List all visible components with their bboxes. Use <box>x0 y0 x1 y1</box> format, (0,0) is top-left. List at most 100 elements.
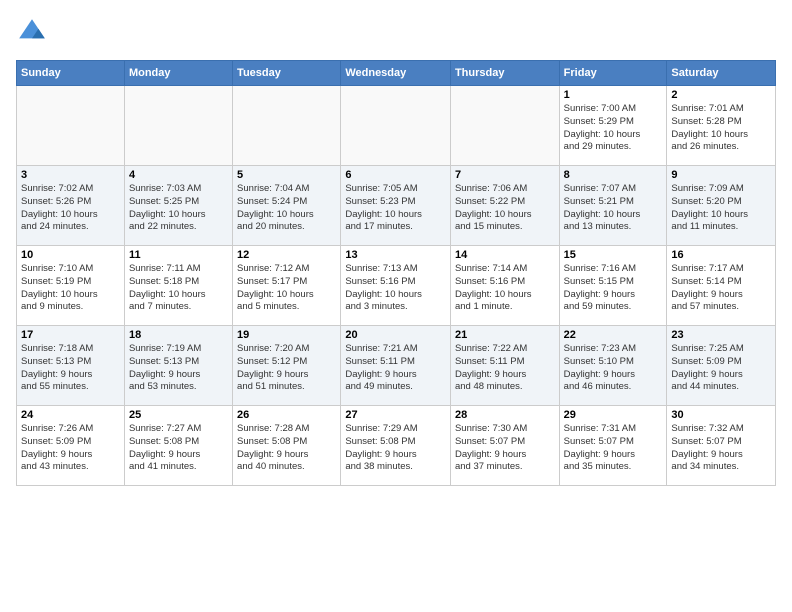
calendar-week-row: 17Sunrise: 7:18 AM Sunset: 5:13 PM Dayli… <box>17 326 776 406</box>
day-number: 30 <box>671 409 771 421</box>
logo-icon <box>16 16 48 48</box>
day-info: Sunrise: 7:02 AM Sunset: 5:26 PM Dayligh… <box>21 183 120 234</box>
day-info: Sunrise: 7:04 AM Sunset: 5:24 PM Dayligh… <box>237 183 336 234</box>
day-number: 13 <box>345 249 446 261</box>
day-info: Sunrise: 7:26 AM Sunset: 5:09 PM Dayligh… <box>21 423 120 474</box>
page-header <box>16 16 776 48</box>
day-number: 14 <box>455 249 555 261</box>
day-number: 22 <box>564 329 663 341</box>
day-number: 19 <box>237 329 336 341</box>
calendar-cell: 20 Sunrise: 7:21 AM Sunset: 5:11 PM Dayli… <box>341 326 451 406</box>
day-number: 6 <box>345 169 446 181</box>
day-info: Sunrise: 7:13 AM Sunset: 5:16 PM Dayligh… <box>345 263 446 314</box>
calendar-week-row: 24 Sunrise: 7:26 AM Sunset: 5:09 PM Dayli… <box>17 406 776 486</box>
calendar-cell: 6 Sunrise: 7:05 AM Sunset: 5:23 PM Daylig… <box>341 166 451 246</box>
day-number: 11 <box>129 249 228 261</box>
day-info: Sunrise: 7:09 AM Sunset: 5:20 PM Dayligh… <box>671 183 771 234</box>
day-info: Sunrise: 7:28 AM Sunset: 5:08 PM Dayligh… <box>237 423 336 474</box>
calendar-cell: 16 Sunrise: 7:17 AM Sunset: 5:14 PM Dayli… <box>667 246 776 326</box>
day-info: Sunrise: 7:27 AM Sunset: 5:08 PM Dayligh… <box>129 423 228 474</box>
day-number: 24 <box>21 409 120 421</box>
calendar-cell: 10 Sunrise: 7:10 AM Sunset: 5:19 PM Dayli… <box>17 246 125 326</box>
calendar-cell: 1 Sunrise: 7:00 AM Sunset: 5:29 PM Daylig… <box>559 86 667 166</box>
day-info: Sunrise: 7:23 AM Sunset: 5:10 PM Dayligh… <box>564 343 663 394</box>
day-number: 1 <box>564 89 663 101</box>
logo <box>16 16 52 48</box>
day-number: 20 <box>345 329 446 341</box>
calendar-cell: 3 Sunrise: 7:02 AM Sunset: 5:26 PM Daylig… <box>17 166 125 246</box>
calendar-cell: 18Sunrise: 7:19 AM Sunset: 5:13 PM Dayli… <box>124 326 232 406</box>
calendar-cell: 13 Sunrise: 7:13 AM Sunset: 5:16 PM Dayli… <box>341 246 451 326</box>
day-number: 4 <box>129 169 228 181</box>
day-number: 7 <box>455 169 555 181</box>
day-info: Sunrise: 7:16 AM Sunset: 5:15 PM Dayligh… <box>564 263 663 314</box>
day-info: Sunrise: 7:29 AM Sunset: 5:08 PM Dayligh… <box>345 423 446 474</box>
day-number: 9 <box>671 169 771 181</box>
calendar-cell <box>341 86 451 166</box>
calendar-cell: 4 Sunrise: 7:03 AM Sunset: 5:25 PM Daylig… <box>124 166 232 246</box>
day-number: 10 <box>21 249 120 261</box>
day-info: Sunrise: 7:14 AM Sunset: 5:16 PM Dayligh… <box>455 263 555 314</box>
day-info: Sunrise: 7:07 AM Sunset: 5:21 PM Dayligh… <box>564 183 663 234</box>
weekday-header-monday: Monday <box>124 61 232 86</box>
calendar-week-row: 10 Sunrise: 7:10 AM Sunset: 5:19 PM Dayli… <box>17 246 776 326</box>
day-number: 23 <box>671 329 771 341</box>
calendar-cell: 2Sunrise: 7:01 AM Sunset: 5:28 PM Daylig… <box>667 86 776 166</box>
day-number: 25 <box>129 409 228 421</box>
weekday-header-thursday: Thursday <box>450 61 559 86</box>
day-number: 21 <box>455 329 555 341</box>
calendar-cell <box>450 86 559 166</box>
day-number: 18 <box>129 329 228 341</box>
calendar-cell: 19 Sunrise: 7:20 AM Sunset: 5:12 PM Dayli… <box>233 326 341 406</box>
weekday-header-tuesday: Tuesday <box>233 61 341 86</box>
weekday-header-friday: Friday <box>559 61 667 86</box>
calendar-cell: 30Sunrise: 7:32 AM Sunset: 5:07 PM Dayli… <box>667 406 776 486</box>
calendar-cell: 22 Sunrise: 7:23 AM Sunset: 5:10 PM Dayli… <box>559 326 667 406</box>
day-number: 16 <box>671 249 771 261</box>
calendar-cell: 9 Sunrise: 7:09 AM Sunset: 5:20 PM Daylig… <box>667 166 776 246</box>
calendar-cell: 5 Sunrise: 7:04 AM Sunset: 5:24 PM Daylig… <box>233 166 341 246</box>
day-info: Sunrise: 7:22 AM Sunset: 5:11 PM Dayligh… <box>455 343 555 394</box>
calendar-cell: 26 Sunrise: 7:28 AM Sunset: 5:08 PM Dayli… <box>233 406 341 486</box>
day-info: Sunrise: 7:03 AM Sunset: 5:25 PM Dayligh… <box>129 183 228 234</box>
calendar-cell: 17Sunrise: 7:18 AM Sunset: 5:13 PM Dayli… <box>17 326 125 406</box>
calendar-cell: 24 Sunrise: 7:26 AM Sunset: 5:09 PM Dayli… <box>17 406 125 486</box>
calendar-cell: 21 Sunrise: 7:22 AM Sunset: 5:11 PM Dayli… <box>450 326 559 406</box>
calendar-cell <box>233 86 341 166</box>
day-info: Sunrise: 7:30 AM Sunset: 5:07 PM Dayligh… <box>455 423 555 474</box>
day-number: 5 <box>237 169 336 181</box>
weekday-header-wednesday: Wednesday <box>341 61 451 86</box>
calendar-cell: 25 Sunrise: 7:27 AM Sunset: 5:08 PM Dayli… <box>124 406 232 486</box>
day-info: Sunrise: 7:25 AM Sunset: 5:09 PM Dayligh… <box>671 343 771 394</box>
weekday-header-row: SundayMondayTuesdayWednesdayThursdayFrid… <box>17 61 776 86</box>
calendar-cell: 7 Sunrise: 7:06 AM Sunset: 5:22 PM Daylig… <box>450 166 559 246</box>
weekday-header-saturday: Saturday <box>667 61 776 86</box>
day-number: 2 <box>671 89 771 101</box>
day-number: 28 <box>455 409 555 421</box>
calendar-week-row: 3 Sunrise: 7:02 AM Sunset: 5:26 PM Daylig… <box>17 166 776 246</box>
day-info: Sunrise: 7:17 AM Sunset: 5:14 PM Dayligh… <box>671 263 771 314</box>
day-number: 8 <box>564 169 663 181</box>
calendar-cell: 14 Sunrise: 7:14 AM Sunset: 5:16 PM Dayli… <box>450 246 559 326</box>
day-info: Sunrise: 7:21 AM Sunset: 5:11 PM Dayligh… <box>345 343 446 394</box>
day-number: 12 <box>237 249 336 261</box>
calendar-cell: 8 Sunrise: 7:07 AM Sunset: 5:21 PM Daylig… <box>559 166 667 246</box>
day-number: 3 <box>21 169 120 181</box>
weekday-header-sunday: Sunday <box>17 61 125 86</box>
day-info: Sunrise: 7:06 AM Sunset: 5:22 PM Dayligh… <box>455 183 555 234</box>
day-info: Sunrise: 7:05 AM Sunset: 5:23 PM Dayligh… <box>345 183 446 234</box>
day-info: Sunrise: 7:20 AM Sunset: 5:12 PM Dayligh… <box>237 343 336 394</box>
calendar-cell: 23 Sunrise: 7:25 AM Sunset: 5:09 PM Dayli… <box>667 326 776 406</box>
calendar-cell: 27Sunrise: 7:29 AM Sunset: 5:08 PM Dayli… <box>341 406 451 486</box>
day-number: 26 <box>237 409 336 421</box>
day-info: Sunrise: 7:31 AM Sunset: 5:07 PM Dayligh… <box>564 423 663 474</box>
calendar-cell: 15Sunrise: 7:16 AM Sunset: 5:15 PM Dayli… <box>559 246 667 326</box>
calendar-cell: 29Sunrise: 7:31 AM Sunset: 5:07 PM Dayli… <box>559 406 667 486</box>
calendar-cell: 12Sunrise: 7:12 AM Sunset: 5:17 PM Dayli… <box>233 246 341 326</box>
day-info: Sunrise: 7:10 AM Sunset: 5:19 PM Dayligh… <box>21 263 120 314</box>
calendar-cell <box>124 86 232 166</box>
day-number: 17 <box>21 329 120 341</box>
calendar-week-row: 1 Sunrise: 7:00 AM Sunset: 5:29 PM Daylig… <box>17 86 776 166</box>
day-info: Sunrise: 7:00 AM Sunset: 5:29 PM Dayligh… <box>564 103 663 154</box>
calendar-cell: 28 Sunrise: 7:30 AM Sunset: 5:07 PM Dayli… <box>450 406 559 486</box>
